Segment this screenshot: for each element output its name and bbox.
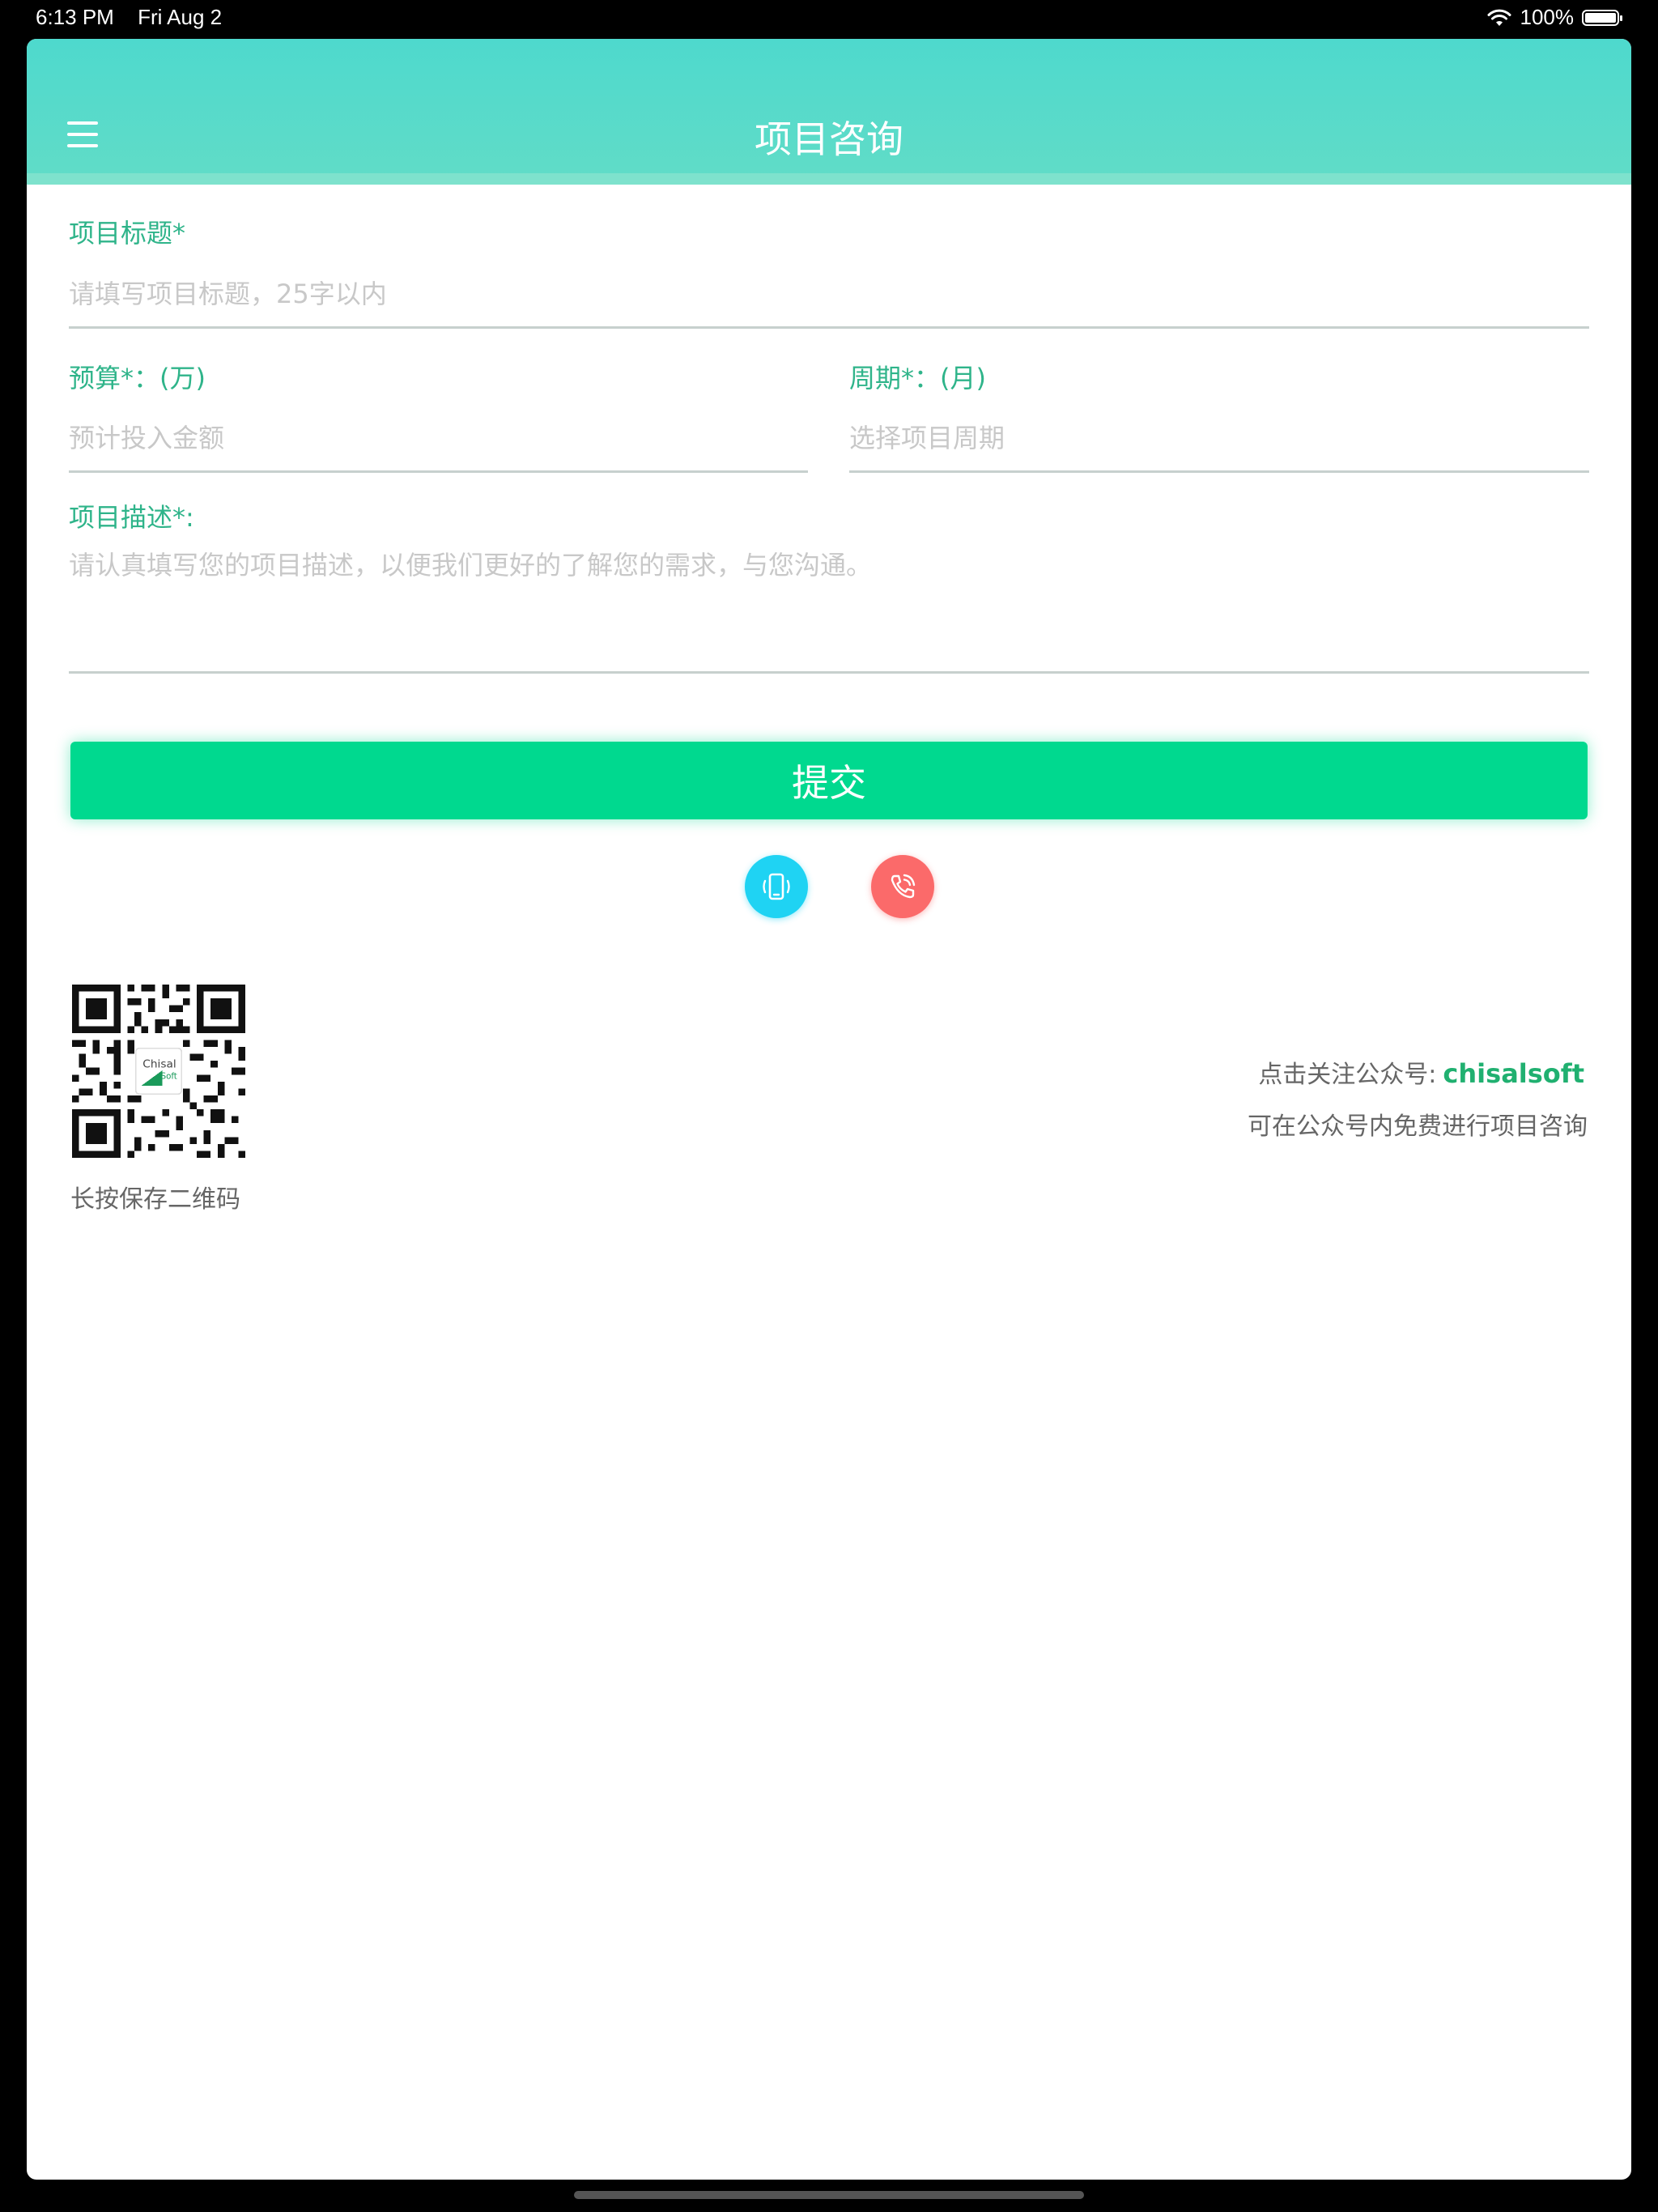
title-label: 项目标题* <box>69 218 186 249</box>
budget-label: 预算*：(万) <box>69 363 206 393</box>
battery-icon <box>1582 9 1622 26</box>
status-right: 100% <box>1486 5 1622 30</box>
submit-button[interactable]: 提交 <box>70 742 1588 819</box>
status-bar: 6:13 PM Fri Aug 2 100% <box>0 0 1658 37</box>
mobile-phone-icon <box>763 873 790 900</box>
status-time: 6:13 PM <box>36 5 114 29</box>
home-indicator[interactable] <box>574 2191 1084 2199</box>
app-window: 项目咨询 项目标题* 预算*：(万) 周期*：(月) 项目描述*: 提交 <box>27 39 1631 2180</box>
qr-logo-text: Chisal <box>142 1058 176 1071</box>
phone-contact-button[interactable] <box>871 855 934 918</box>
follow-account-link[interactable]: chisalsoft <box>1443 1058 1584 1089</box>
phone-call-icon <box>891 874 916 899</box>
period-label: 周期*：(月) <box>849 363 986 393</box>
period-select[interactable] <box>849 405 1589 473</box>
header-band <box>27 173 1631 185</box>
status-left: 6:13 PM Fri Aug 2 <box>36 5 240 30</box>
description-textarea[interactable] <box>69 542 1589 674</box>
header: 项目咨询 <box>27 39 1631 185</box>
follow-note: 可在公众号内免费进行项目咨询 <box>1248 1112 1588 1141</box>
description-label: 项目描述*: <box>69 502 194 533</box>
follow-text: 点击关注公众号: <box>1258 1061 1437 1089</box>
page-title: 项目咨询 <box>755 117 903 161</box>
wifi-icon <box>1487 9 1511 26</box>
mobile-contact-button[interactable] <box>745 855 808 918</box>
qr-code-image[interactable]: Chisal Soft <box>72 985 245 1158</box>
status-date: Fri Aug 2 <box>138 5 223 29</box>
qr-caption: 长按保存二维码 <box>70 1185 240 1214</box>
battery-percent: 100% <box>1520 5 1575 29</box>
budget-input[interactable] <box>69 405 808 473</box>
follow-line: 点击关注公众号: chisalsoft <box>1258 1054 1584 1090</box>
qr-logo-sub: Soft <box>161 1071 177 1081</box>
title-input[interactable] <box>69 261 1589 329</box>
